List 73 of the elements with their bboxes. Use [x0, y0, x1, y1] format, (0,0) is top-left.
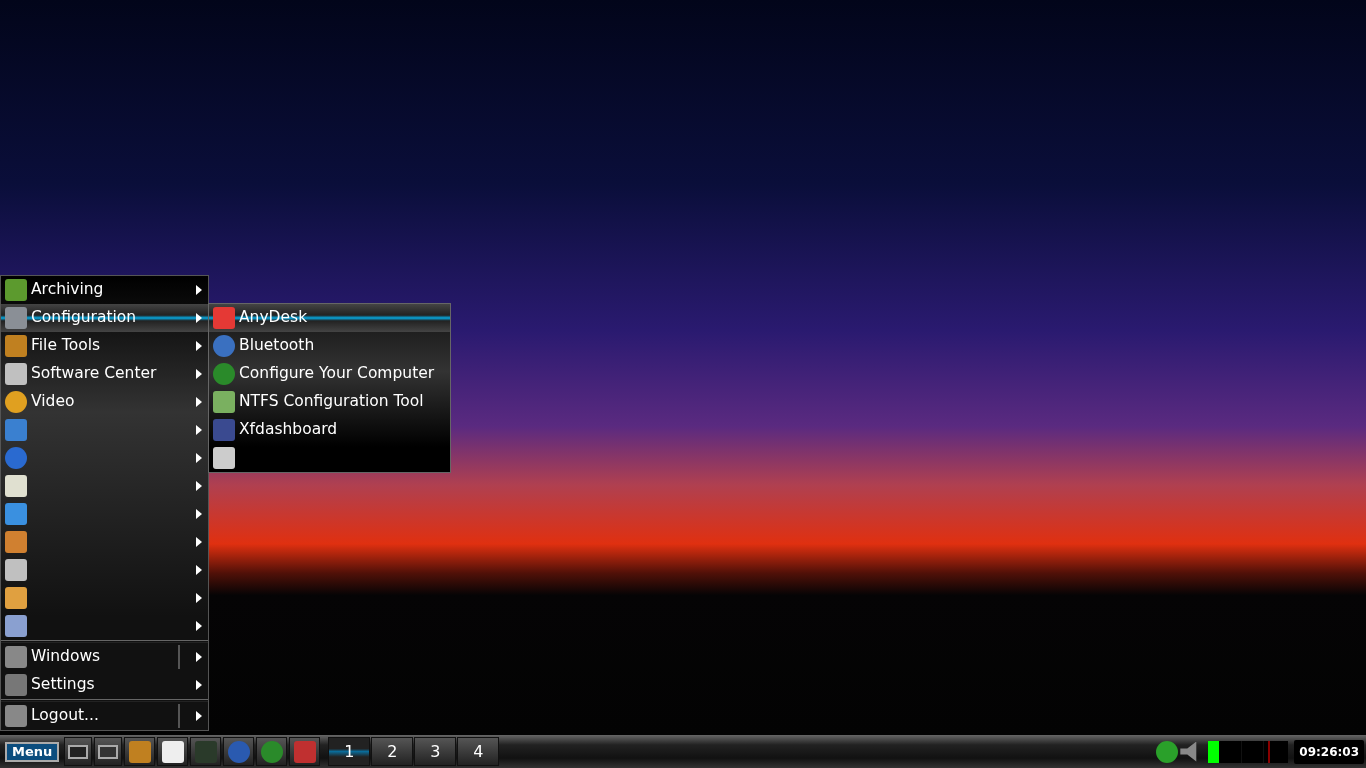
menu-item[interactable]: Video [1, 388, 208, 416]
menu-label: AnyDesk [239, 307, 309, 329]
submenu-item[interactable]: NTFS Configuration Tool [209, 388, 450, 416]
window-list-icon[interactable] [94, 737, 123, 766]
submenu-arrow-icon [196, 369, 202, 379]
menu-label: Bluetooth [239, 335, 316, 357]
app-icon [5, 335, 27, 357]
app-icon [5, 475, 27, 497]
submenu-item[interactable]: Bluetooth [209, 332, 450, 360]
app-icon [5, 559, 27, 581]
workspace-button[interactable]: 3 [414, 737, 457, 766]
app-icon [213, 419, 235, 441]
menu-label: File Tools [31, 335, 102, 357]
submenu-arrow-icon [196, 621, 202, 631]
app-icon [5, 391, 27, 413]
menu-label: NTFS Configuration Tool [239, 391, 425, 413]
app-icon [5, 646, 27, 668]
menu-item[interactable]: Software Center [1, 360, 208, 388]
app-icon [213, 391, 235, 413]
menu-button[interactable]: Menu [5, 741, 60, 762]
submenu-arrow-icon [196, 341, 202, 351]
app-icon [5, 674, 27, 696]
menu-item[interactable]: Logout... [1, 702, 208, 730]
app-icon [5, 279, 27, 301]
menu-item[interactable]: Windows [1, 643, 208, 671]
show-desktop-icon[interactable] [64, 737, 93, 766]
menu-item[interactable]: File Tools [1, 332, 208, 360]
app-icon [5, 447, 27, 469]
menu-label: Configure Your Computer [239, 363, 436, 385]
app-icon [5, 363, 27, 385]
submenu-arrow-icon [196, 481, 202, 491]
app-icon [5, 307, 27, 329]
submenu-arrow-icon [196, 313, 202, 323]
app-icon [5, 705, 27, 727]
workspace-button[interactable]: 1 [328, 737, 371, 766]
submenu-arrow-icon [196, 397, 202, 407]
menu-label: Configuration [31, 307, 138, 329]
submenu-arrow-icon [196, 680, 202, 690]
workspace-button[interactable]: 4 [457, 737, 500, 766]
app-icon [5, 587, 27, 609]
submenu-arrow-icon [196, 537, 202, 547]
submenu-item[interactable]: AnyDesk [209, 304, 450, 332]
menu-label: Archiving [31, 279, 105, 301]
menu-label: Video [31, 391, 76, 413]
clock: 09:26:03 [1294, 739, 1364, 764]
monitor-graph-icon [1208, 740, 1289, 763]
app-icon [213, 447, 235, 469]
app-icon [5, 503, 27, 525]
submenu-arrow-icon [196, 509, 202, 519]
menu-label: Xfdashboard [239, 419, 339, 441]
menu-label: Software Center [31, 363, 158, 385]
submenu-arrow-icon [196, 425, 202, 435]
app-icon [213, 307, 235, 329]
app-icon [5, 531, 27, 553]
menu-item[interactable]: Settings [1, 671, 208, 699]
submenu-item[interactable]: Configure Your Computer [209, 360, 450, 388]
app-icon [213, 363, 235, 385]
menu-label: Settings [31, 674, 96, 696]
app-icon [5, 615, 27, 637]
submenu-arrow-icon [196, 565, 202, 575]
submenu-arrow-icon [196, 593, 202, 603]
submenu-item[interactable]: Xfdashboard [209, 416, 450, 444]
submenu-arrow-icon [196, 285, 202, 295]
app-icon [5, 419, 27, 441]
menu-item[interactable]: Configuration [1, 304, 208, 332]
menu-label: Windows [31, 646, 102, 668]
menu-label: Logout... [31, 705, 100, 727]
workspace-button[interactable]: 2 [371, 737, 414, 766]
submenu-arrow-icon [196, 453, 202, 463]
menu-item[interactable]: Archiving [1, 276, 208, 304]
submenu-arrow-icon [196, 652, 202, 662]
submenu-arrow-icon [196, 711, 202, 721]
app-icon [213, 335, 235, 357]
